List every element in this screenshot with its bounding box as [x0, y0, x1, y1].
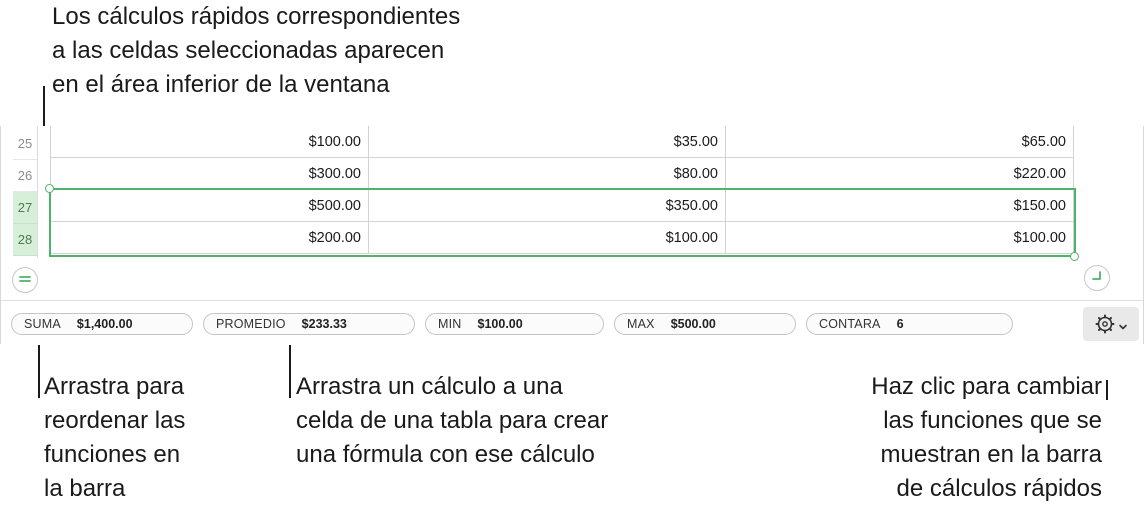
quick-calc-value: 6 [896, 317, 904, 331]
table-cell[interactable]: $100.00 [726, 222, 1074, 254]
quick-calc-value: $233.33 [301, 317, 347, 331]
quick-calc-promedio[interactable]: PROMEDIO $233.33 [203, 313, 415, 335]
quick-calc-label: PROMEDIO [216, 317, 286, 331]
quick-calc-value: $100.00 [477, 317, 523, 331]
table-cell[interactable]: $220.00 [726, 158, 1074, 190]
leader-line-change [1106, 380, 1108, 400]
row-header[interactable]: 25 [13, 128, 37, 160]
callout-change-functions: Haz clic para cambiar las funciones que … [871, 373, 1102, 502]
table-cell[interactable]: $35.00 [369, 126, 726, 158]
gear-icon [1095, 314, 1115, 334]
selection-handle-top-left[interactable] [45, 184, 54, 193]
table-cell[interactable]: $100.00 [369, 222, 726, 254]
quick-calculations-bar: SUMA $1,400.00 PROMEDIO $233.33 MIN $100.00 MA… [1, 300, 1143, 345]
quick-calc-contara[interactable]: CONTARA 6 [806, 313, 1013, 335]
table-cell[interactable]: $300.00 [50, 158, 369, 190]
selection-handle-bottom-right[interactable] [1070, 252, 1079, 261]
table-cell[interactable]: $200.00 [50, 222, 369, 254]
resize-corner-icon [1091, 269, 1103, 287]
row-header[interactable]: 26 [13, 160, 37, 192]
quick-calc-max[interactable]: MAX $500.00 [614, 313, 796, 335]
leader-line-drag [289, 336, 291, 398]
chevron-down-icon [1118, 319, 1128, 330]
callout-reorder-functions: Arrastra para reordenar las funciones en… [44, 373, 186, 502]
table-cell[interactable]: $100.00 [50, 126, 369, 158]
quick-calc-value: $1,400.00 [76, 317, 133, 331]
table-cell[interactable]: $500.00 [50, 190, 369, 222]
table-cell[interactable]: $150.00 [726, 190, 1074, 222]
quick-calc-value: $500.00 [670, 317, 716, 331]
quick-calc-settings-button[interactable] [1083, 307, 1139, 341]
row-header[interactable]: 27 [13, 192, 37, 224]
table-cell[interactable]: $65.00 [726, 126, 1074, 158]
resize-table-button[interactable] [1084, 265, 1110, 291]
quick-calc-label: MAX [627, 317, 655, 331]
table-cell[interactable]: $350.00 [369, 190, 726, 222]
callout-drag-calculation: Arrastra un cálculo a una celda de una t… [296, 373, 609, 468]
spreadsheet-area: 25 $100.00 $35.00 $65.00 26 $300.00 $80.00 $220… [0, 126, 1144, 345]
quick-calc-label: CONTARA [819, 317, 881, 331]
add-row-button[interactable] [12, 267, 38, 293]
quick-calc-min[interactable]: MIN $100.00 [425, 313, 604, 335]
quick-calc-label: SUMA [24, 317, 61, 331]
callout-quick-calc-location: Los cálculos rápidos correspondientes a … [52, 3, 461, 98]
quick-calc-label: MIN [438, 317, 462, 331]
equals-icon [18, 271, 32, 289]
quick-calc-suma[interactable]: SUMA $1,400.00 [11, 313, 193, 335]
leader-line-reorder [38, 336, 40, 398]
row-header[interactable]: 28 [13, 224, 37, 256]
table-cell[interactable]: $80.00 [369, 158, 726, 190]
